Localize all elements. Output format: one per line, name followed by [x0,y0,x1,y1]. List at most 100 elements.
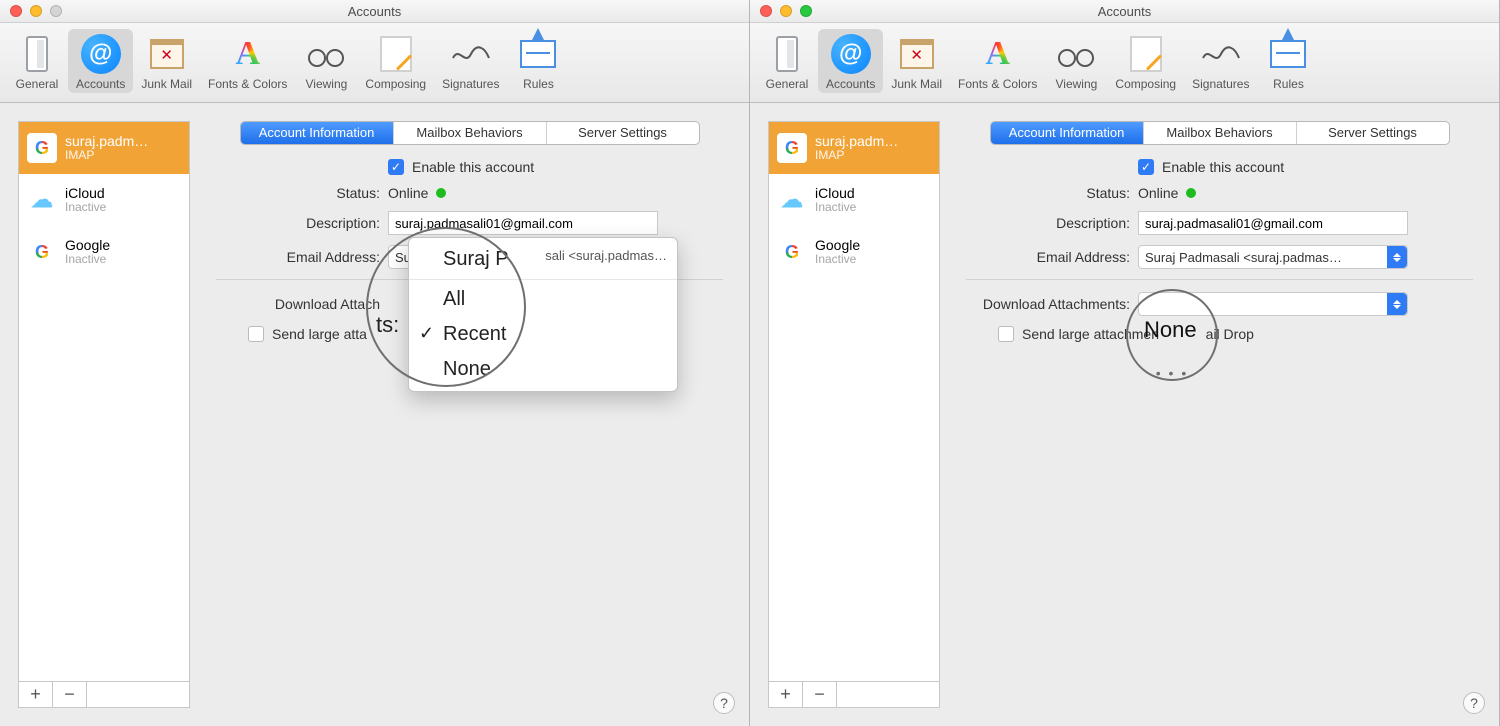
signatures-icon [450,33,492,75]
minimize-icon[interactable] [780,5,792,17]
toolbar-accounts[interactable]: @ Accounts [68,29,133,93]
window-controls [760,5,812,17]
popup-arrows-icon [1387,293,1407,315]
junk-mail-icon [896,33,938,75]
toolbar-viewing[interactable]: Viewing [295,29,357,93]
rules-icon [517,33,559,75]
account-actions-spacer [837,682,939,707]
account-tabs: Account Information Mailbox Behaviors Se… [240,121,700,145]
account-form: Account Information Mailbox Behaviors Se… [208,121,731,708]
status-online-icon [436,188,446,198]
account-row-google[interactable]: G Google Inactive [769,226,939,278]
account-add-remove: + − [768,682,940,708]
add-account-button[interactable]: + [19,682,53,707]
toolbar-signatures[interactable]: Signatures [434,29,507,93]
toolbar-composing[interactable]: Composing [357,29,434,93]
toolbar-rules[interactable]: Rules [1257,29,1319,93]
status-value: Online [1138,185,1178,201]
accounts-icon: @ [80,33,122,75]
enable-account-checkbox[interactable]: ✓ [388,159,404,175]
mail-drop-label: Send large atta [272,326,367,342]
toolbar-general[interactable]: General [6,29,68,93]
toolbar-general[interactable]: General [756,29,818,93]
tab-server-settings[interactable]: Server Settings [547,122,699,144]
window-controls [10,5,62,17]
account-sub: Inactive [815,253,860,266]
account-list: G suraj.padm… IMAP ☁ iCloud Inactive G [18,121,190,682]
account-row-icloud[interactable]: ☁ iCloud Inactive [769,174,939,226]
account-name: iCloud [815,186,856,201]
account-form: Account Information Mailbox Behaviors Se… [958,121,1481,708]
magnifier-dots-icon: • • • [1156,365,1188,381]
menu-head-fragment: Suraj P sali <suraj.padmas… [409,242,677,277]
enable-account-label: Enable this account [1162,159,1284,175]
email-address-value: Suraj Padmasali <suraj.padmas… [1145,250,1342,265]
account-name: Google [815,238,860,253]
help-button[interactable]: ? [1463,692,1485,714]
enable-account-checkbox[interactable]: ✓ [1138,159,1154,175]
zoom-icon[interactable] [800,5,812,17]
tab-account-information[interactable]: Account Information [241,122,394,144]
fonts-colors-icon: A [977,33,1019,75]
menu-item-none[interactable]: None [409,352,677,387]
toolbar-rules[interactable]: Rules [507,29,569,93]
menu-item-recent[interactable]: ✓Recent [409,317,677,352]
toolbar-accounts[interactable]: @ Accounts [818,29,883,93]
toolbar-fonts-colors[interactable]: A Fonts & Colors [950,29,1045,93]
account-row-gmail[interactable]: G suraj.padm… IMAP [769,122,939,174]
general-icon [16,33,58,75]
toolbar-signatures[interactable]: Signatures [1184,29,1257,93]
content-area: G suraj.padm… IMAP ☁ iCloud Inactive G [0,103,749,726]
add-account-button[interactable]: + [769,682,803,707]
description-input[interactable] [388,211,658,235]
toolbar-viewing[interactable]: Viewing [1045,29,1107,93]
viewing-icon [305,33,347,75]
toolbar-composing[interactable]: Composing [1107,29,1184,93]
check-icon: ✓ [419,323,434,344]
toolbar-fonts-colors[interactable]: A Fonts & Colors [200,29,295,93]
close-icon[interactable] [760,5,772,17]
icloud-icon: ☁ [27,185,57,215]
close-icon[interactable] [10,5,22,17]
download-attachments-popup[interactable]: x [1138,292,1408,316]
mail-drop-checkbox[interactable] [248,326,264,342]
google-icon: G [27,237,57,267]
account-sub: Inactive [65,201,106,214]
toolbar-junk-mail[interactable]: Junk Mail [133,29,200,93]
download-attachments-label: Download Attachments: [966,296,1138,312]
account-sub: Inactive [65,253,110,266]
account-row-google[interactable]: G Google Inactive [19,226,189,278]
tab-account-information[interactable]: Account Information [991,122,1144,144]
menu-item-all[interactable]: All [409,282,677,317]
tab-mailbox-behaviors[interactable]: Mailbox Behaviors [1144,122,1297,144]
email-address-label: Email Address: [216,249,388,265]
tab-server-settings[interactable]: Server Settings [1297,122,1449,144]
download-attachments-menu: Suraj P sali <suraj.padmas… All ✓Recent … [408,237,678,392]
toolbar-junk-mail[interactable]: Junk Mail [883,29,950,93]
description-input[interactable] [1138,211,1408,235]
tab-mailbox-behaviors[interactable]: Mailbox Behaviors [394,122,547,144]
composing-icon [1125,33,1167,75]
remove-account-button[interactable]: − [53,682,87,707]
account-row-icloud[interactable]: ☁ iCloud Inactive [19,174,189,226]
google-icon: G [777,237,807,267]
zoom-icon[interactable] [50,5,62,17]
google-icon: G [27,133,57,163]
account-add-remove: + − [18,682,190,708]
titlebar: Accounts [0,0,749,23]
account-tabs: Account Information Mailbox Behaviors Se… [990,121,1450,145]
help-button[interactable]: ? [713,692,735,714]
download-attachments-value-magnified: None [1144,317,1197,343]
google-icon: G [777,133,807,163]
account-row-gmail[interactable]: G suraj.padm… IMAP [19,122,189,174]
window-title: Accounts [1098,4,1151,19]
junk-mail-icon [146,33,188,75]
mail-drop-label: Send large attachmen ail Drop [1022,326,1254,342]
general-icon [766,33,808,75]
remove-account-button[interactable]: − [803,682,837,707]
account-sidebar: G suraj.padm… IMAP ☁ iCloud Inactive G [18,121,190,708]
minimize-icon[interactable] [30,5,42,17]
mail-drop-checkbox[interactable] [998,326,1014,342]
email-address-popup[interactable]: Suraj Padmasali <suraj.padmas… [1138,245,1408,269]
email-fragment: sali <suraj.padmas… [545,248,667,263]
